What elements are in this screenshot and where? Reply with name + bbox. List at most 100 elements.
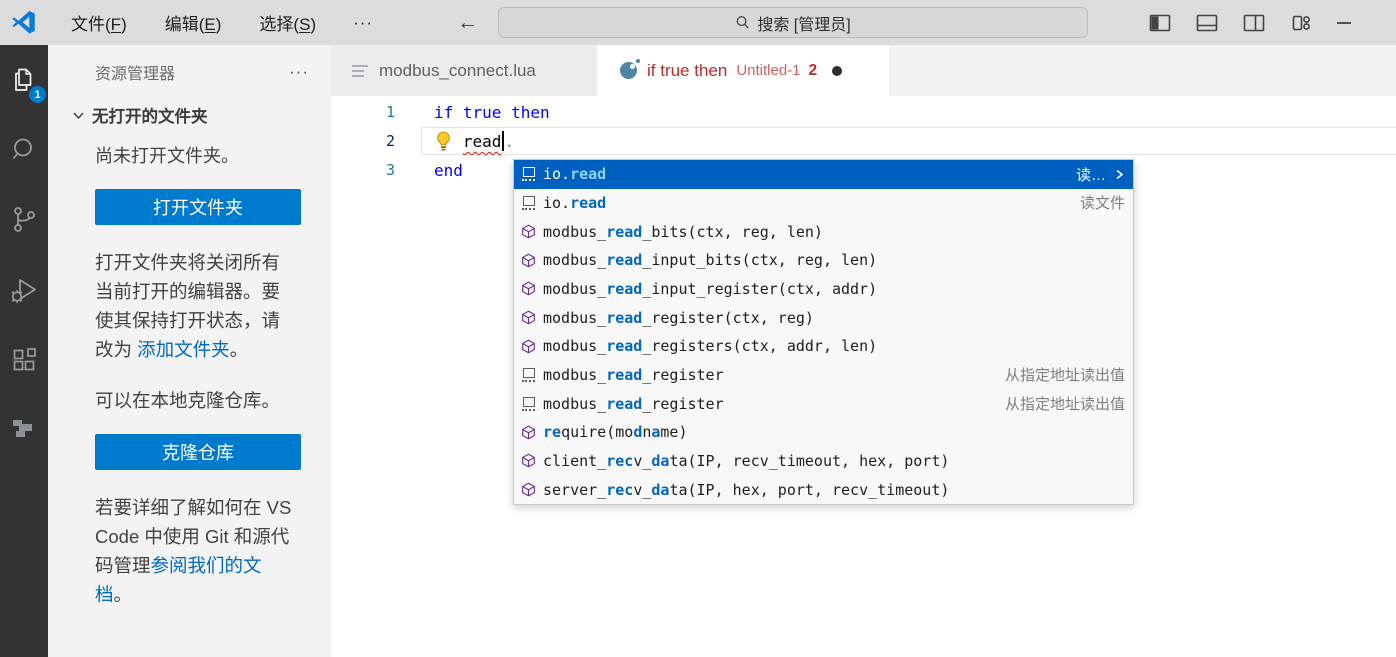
command-center-search[interactable]: 搜索 [管理员] (498, 7, 1088, 38)
vscode-logo-icon (11, 10, 36, 35)
tab-untitled-1[interactable]: if true then Untitled-1 2 (597, 45, 889, 96)
suggestion-label-segment: ta(IP, recv_timeout, hex, port) (669, 452, 949, 470)
sidebar-item-search[interactable] (0, 115, 48, 185)
menu-file-text2: ) (121, 15, 127, 34)
sidebar-title: 资源管理器 (95, 60, 175, 84)
suggestion-label: modbus_read_register (543, 395, 724, 413)
dirty-indicator-icon[interactable] (832, 66, 842, 76)
toggle-panel-icon[interactable] (1195, 12, 1219, 34)
sidebar-item-custom-extension[interactable] (0, 395, 48, 465)
line-code: if true then (434, 98, 550, 127)
source-control-icon (9, 204, 39, 236)
sidebar-more-actions-button[interactable]: ··· (289, 62, 309, 82)
toggle-secondary-sidebar-icon[interactable] (1242, 12, 1266, 34)
suggestion-label: modbus_read_registers(ctx, addr, len) (543, 337, 877, 355)
minimize-window-icon[interactable] (1336, 12, 1352, 34)
clone-repository-button[interactable]: 克隆仓库 (95, 434, 301, 470)
suggestion-label-segment: read (606, 280, 642, 298)
suggestion-label-segment: d (633, 423, 642, 441)
suggestion-item[interactable]: modbus_read_bits(ctx, reg, len) (514, 217, 1133, 246)
tab-bar: modbus_connect.lua if true then Untitled… (331, 45, 1396, 96)
suggestion-item[interactable]: modbus_read_register 从指定地址读出值 (514, 389, 1133, 418)
clone-hint-text: 可以在本地克隆仓库。 (95, 387, 303, 413)
suggestion-label-segment: ta(IP, hex, port, recv_timeout) (669, 481, 949, 499)
sidebar-item-run-debug[interactable] (0, 255, 48, 325)
menu-selection[interactable]: 选择(S) (240, 10, 335, 35)
navigate-back-icon[interactable]: ← (457, 12, 478, 33)
code-token: read (463, 132, 502, 151)
code-token: . (504, 132, 514, 151)
open-folder-button[interactable]: 打开文件夹 (95, 189, 301, 225)
suggestion-item[interactable]: require(modname) (514, 418, 1133, 447)
menu-overflow-button[interactable]: ··· (335, 13, 391, 33)
explorer-sidebar: 资源管理器 ··· 无打开的文件夹 尚未打开文件夹。 打开文件夹 打开文件夹将关… (48, 45, 331, 657)
suggestion-detail: 从指定地址读出值 (993, 364, 1125, 385)
suggestion-label-segment: read (570, 194, 606, 212)
open-folder-hint-text: 打开文件夹将关闭所有 当前打开的编辑器。要 使其保持打开状态，请 改为 添加文件… (95, 248, 303, 364)
code-token: true (463, 103, 502, 122)
line-number: 3 (331, 156, 395, 185)
sidebar-item-explorer[interactable]: 1 (0, 45, 48, 115)
suggestion-item[interactable]: server_recv_data(IP, hex, port, recv_tim… (514, 475, 1133, 504)
customize-layout-icon[interactable] (1289, 12, 1313, 34)
suggestion-label-segment: read (606, 223, 642, 241)
code-token: end (434, 161, 463, 180)
suggestion-label-segment: re (543, 423, 561, 441)
suggestion-item[interactable]: modbus_read_register(ctx, reg) (514, 303, 1133, 332)
suggestion-label-segment: modbus_ (543, 223, 606, 241)
suggestion-label-segment: quire(mo (561, 423, 633, 441)
code-token: then (511, 103, 550, 122)
suggestion-item[interactable]: modbus_read_input_bits(ctx, reg, len) (514, 246, 1133, 275)
editor-line[interactable]: 2 read. (331, 127, 1396, 156)
menu-edit[interactable]: 编辑(E) (146, 10, 241, 35)
suggestion-label-segment: _input_bits(ctx, reg, len) (642, 251, 877, 269)
suggestion-item[interactable]: modbus_read_register 从指定地址读出值 (514, 361, 1133, 390)
sidebar-item-extensions[interactable] (0, 325, 48, 395)
suggestion-label: io.read (543, 194, 606, 212)
suggestion-label-segment: _input_register(ctx, addr) (642, 280, 877, 298)
search-icon (735, 15, 750, 30)
no-folder-text: 尚未打开文件夹。 (95, 142, 303, 168)
suggestion-label-segment: me) (660, 423, 687, 441)
editor-line[interactable]: 1 if true then (331, 98, 1396, 127)
suggestion-kind-icon (519, 453, 538, 468)
tab-modbus-connect-lua[interactable]: modbus_connect.lua (331, 45, 597, 96)
suggestion-item[interactable]: modbus_read_registers(ctx, addr, len) (514, 332, 1133, 361)
suggestion-item[interactable]: client_recv_data(IP, recv_timeout, hex, … (514, 447, 1133, 476)
suggestion-label-segment: modbus_ (543, 309, 606, 327)
suggestion-label: modbus_read_input_register(ctx, addr) (543, 280, 877, 298)
suggestion-label-segment: v_ (633, 481, 651, 499)
add-folder-link[interactable]: 添加文件夹 (137, 339, 230, 360)
suggestion-label-segment: client_ (543, 452, 606, 470)
file-lines-icon (352, 65, 368, 77)
explorer-badge: 1 (29, 86, 46, 103)
run-and-debug-icon (8, 274, 40, 306)
suggestion-label-segment: v_ (633, 452, 651, 470)
extensions-icon (9, 345, 39, 375)
suggestion-kind-icon (519, 224, 538, 239)
toggle-primary-sidebar-icon[interactable] (1148, 12, 1172, 34)
tab-label: modbus_connect.lua (379, 61, 536, 81)
suggestion-label: io.read (543, 165, 606, 183)
sidebar-item-source-control[interactable] (0, 185, 48, 255)
intellisense-suggest-widget: io.read 读… io.read 读文件 modbus_read_bit (513, 159, 1134, 505)
suggestion-label-segment: read (606, 251, 642, 269)
suggestion-label: client_recv_data(IP, recv_timeout, hex, … (543, 452, 949, 470)
tab-error-count-badge: 2 (809, 62, 818, 80)
suggestion-label: modbus_read_register(ctx, reg) (543, 309, 814, 327)
code-token (453, 103, 463, 122)
menu-file[interactable]: 文件(F) (52, 10, 146, 35)
suggestion-item[interactable]: modbus_read_input_register(ctx, addr) (514, 275, 1133, 304)
section-label: 无打开的文件夹 (92, 103, 208, 127)
suggestion-kind-icon (519, 167, 538, 181)
read-more-chevron-icon[interactable] (1113, 168, 1125, 181)
suggestion-label-segment: _register (642, 395, 723, 413)
suggestion-item[interactable]: io.read 读文件 (514, 189, 1133, 218)
suggestion-label-segment: read (606, 309, 642, 327)
suggestion-item[interactable]: io.read 读… (514, 160, 1133, 189)
activity-bar: 1 (0, 45, 48, 657)
section-no-folder-opened[interactable]: 无打开的文件夹 (48, 103, 331, 127)
menu-file-accesskey: F (111, 15, 121, 34)
menu-selection-text2: ) (310, 15, 316, 34)
suggestion-label: modbus_read_input_bits(ctx, reg, len) (543, 251, 877, 269)
